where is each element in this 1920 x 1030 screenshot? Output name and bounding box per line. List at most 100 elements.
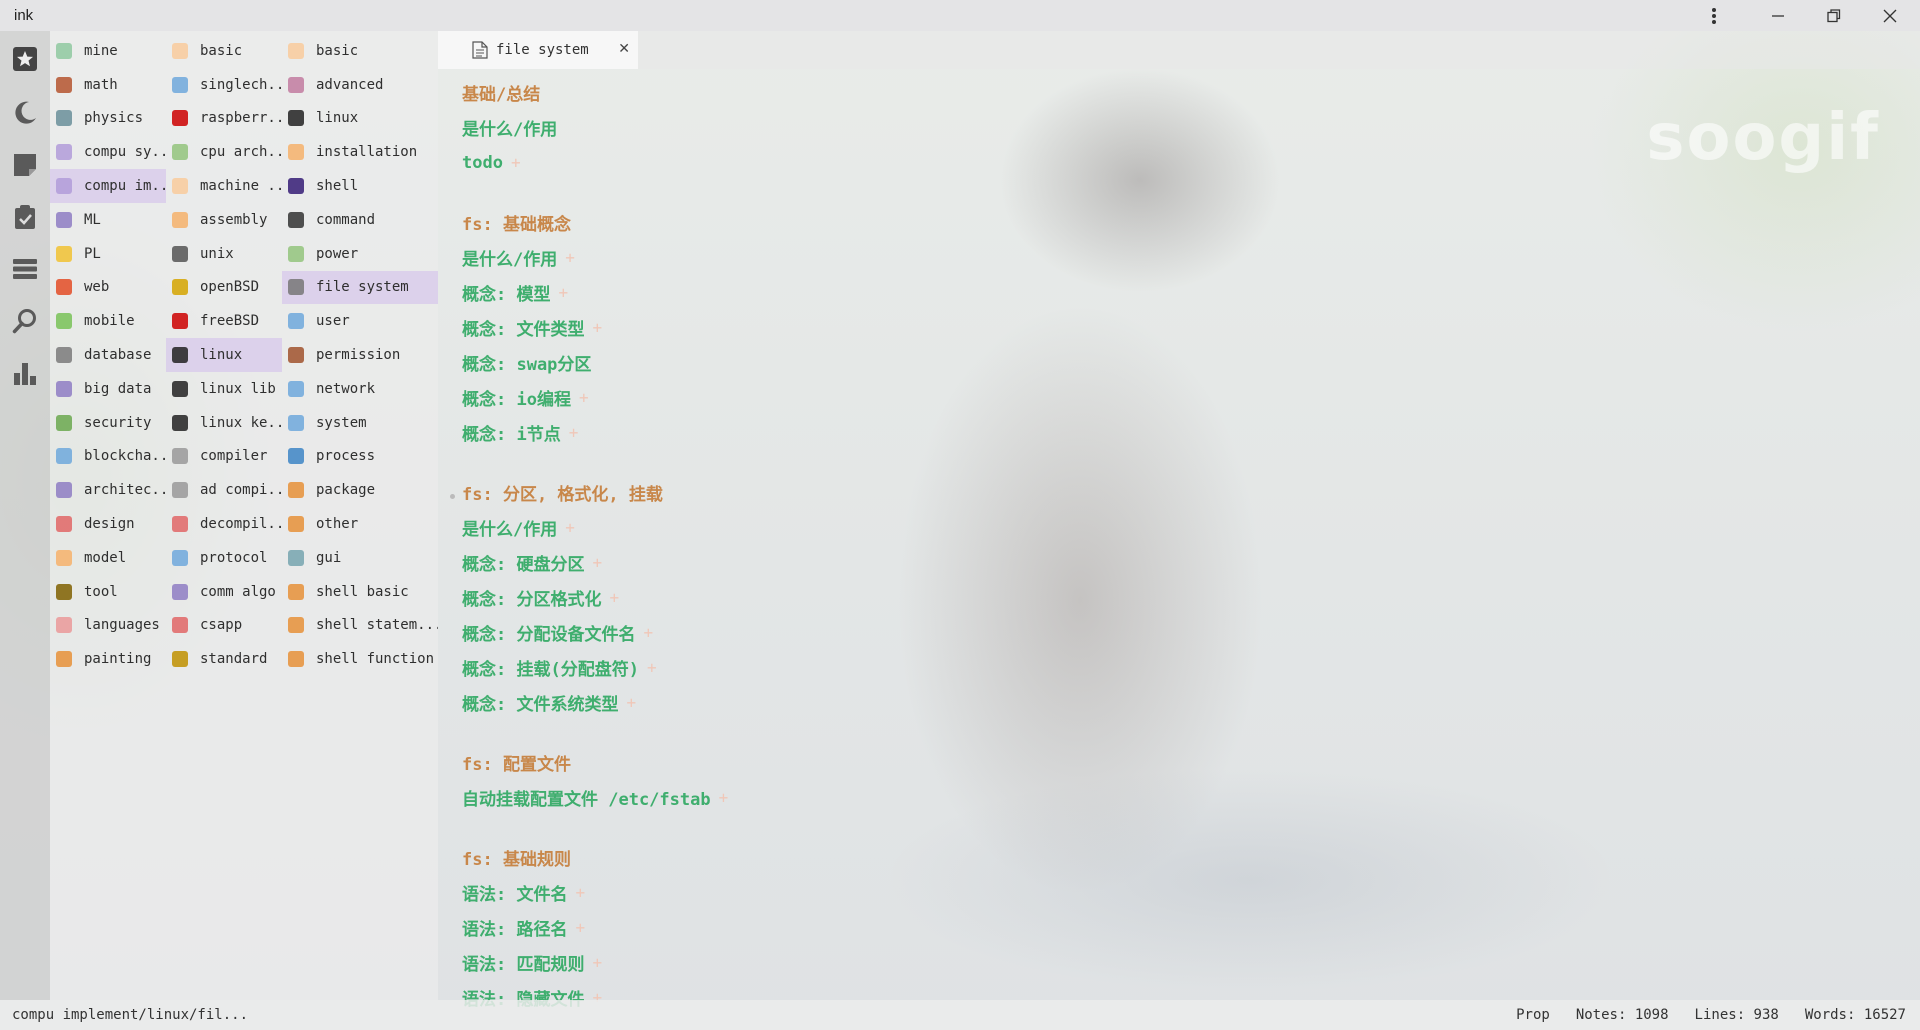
outline-item[interactable]: 概念: swap分区 (462, 345, 728, 380)
tree-item[interactable]: openBSD (166, 271, 282, 305)
tree-item[interactable]: physics (50, 102, 166, 136)
tree-item[interactable]: permission (282, 338, 438, 372)
tree-item[interactable]: user (282, 304, 438, 338)
tree-item[interactable]: database (50, 338, 166, 372)
tree-item[interactable]: shell basic (282, 575, 438, 609)
add-plus-icon[interactable]: + (565, 248, 575, 267)
tree-item[interactable]: security (50, 406, 166, 440)
tree-item[interactable]: architec... (50, 473, 166, 507)
tree-item[interactable]: installation (282, 135, 438, 169)
tree-item[interactable]: freeBSD (166, 304, 282, 338)
outline-item[interactable]: 概念: 分区格式化 + (462, 580, 728, 615)
tree-item[interactable]: singlech... (166, 68, 282, 102)
tree-item[interactable]: tool (50, 575, 166, 609)
clipboard-icon[interactable] (11, 203, 39, 231)
outline-item[interactable]: 自动挂载配置文件 /etc/fstab + (462, 780, 728, 815)
tree-item[interactable]: assembly (166, 203, 282, 237)
tree-item[interactable]: math (50, 68, 166, 102)
tree-item[interactable]: model (50, 541, 166, 575)
fold-marker[interactable] (450, 494, 455, 499)
outline-heading[interactable]: fs: 基础规则 (462, 840, 728, 875)
add-plus-icon[interactable]: + (575, 918, 585, 937)
restore-icon[interactable] (1806, 0, 1862, 31)
tree-item[interactable]: ad compi... (166, 473, 282, 507)
tree-item[interactable]: csapp (166, 609, 282, 643)
outline-item[interactable]: 概念: 分配设备文件名 + (462, 615, 728, 650)
search-icon[interactable] (11, 307, 39, 335)
tree-item[interactable]: comm algo (166, 575, 282, 609)
outline-item[interactable]: 概念: 硬盘分区 + (462, 545, 728, 580)
outline-item[interactable]: 语法: 路径名 + (462, 910, 728, 945)
outline-heading[interactable]: fs: 基础概念 (462, 205, 728, 240)
outline-heading[interactable]: fs: 配置文件 (462, 745, 728, 780)
tree-item[interactable]: blockcha... (50, 440, 166, 474)
tree-item[interactable]: PL (50, 237, 166, 271)
tree-item[interactable]: protocol (166, 541, 282, 575)
chart-icon[interactable] (11, 359, 39, 387)
tree-item[interactable]: languages (50, 609, 166, 643)
tree-item[interactable]: shell (282, 169, 438, 203)
add-plus-icon[interactable]: + (558, 283, 568, 302)
tree-item[interactable]: basic (282, 34, 438, 68)
tree-item[interactable]: linux lib (166, 372, 282, 406)
outline-item[interactable]: 概念: 挂载(分配盘符) + (462, 650, 728, 685)
tree-item[interactable]: web (50, 271, 166, 305)
tree-item[interactable]: standard (166, 642, 282, 676)
add-plus-icon[interactable]: + (579, 388, 589, 407)
add-plus-icon[interactable]: + (609, 588, 619, 607)
add-plus-icon[interactable]: + (647, 658, 657, 677)
star-icon[interactable] (11, 45, 39, 73)
tree-item[interactable]: gui (282, 541, 438, 575)
tree-item[interactable]: compu im... (50, 169, 166, 203)
tree-item[interactable]: linux (282, 102, 438, 136)
add-plus-icon[interactable]: + (626, 693, 636, 712)
tree-item[interactable]: mobile (50, 304, 166, 338)
stack-icon[interactable] (11, 255, 39, 283)
add-plus-icon[interactable]: + (592, 318, 602, 337)
tree-item[interactable]: command (282, 203, 438, 237)
tree-item[interactable]: shell statem... (282, 609, 438, 643)
tree-item[interactable]: shell function (282, 642, 438, 676)
tree-item[interactable]: power (282, 237, 438, 271)
add-plus-icon[interactable]: + (719, 788, 729, 807)
outline-heading[interactable]: 基础/总结 (462, 75, 728, 110)
outline-item[interactable]: 概念: 文件类型 + (462, 310, 728, 345)
tree-item[interactable]: raspberr... (166, 102, 282, 136)
add-plus-icon[interactable]: + (565, 518, 575, 537)
outline-item[interactable]: 是什么/作用 (462, 110, 728, 145)
tree-item[interactable]: decompil... (166, 507, 282, 541)
tree-item[interactable]: other (282, 507, 438, 541)
tree-item[interactable]: package (282, 473, 438, 507)
tree-item[interactable]: file system (282, 270, 438, 305)
outline-item[interactable]: 概念: i节点 + (462, 415, 728, 450)
status-mode[interactable]: Prop (1516, 1007, 1550, 1023)
tree-item[interactable]: unix (166, 237, 282, 271)
moon-icon[interactable] (11, 99, 39, 127)
tree-item[interactable]: network (282, 372, 438, 406)
outline-item[interactable]: 语法: 匹配规则 + (462, 945, 728, 980)
add-plus-icon[interactable]: + (575, 883, 585, 902)
outline-item[interactable]: 是什么/作用 + (462, 510, 728, 545)
tree-item[interactable]: mine (50, 34, 166, 68)
tree-item[interactable]: system (282, 406, 438, 440)
tree-item[interactable]: basic (166, 34, 282, 68)
outline-item[interactable]: 语法: 文件名 + (462, 875, 728, 910)
outline-item[interactable]: 概念: 文件系统类型 + (462, 685, 728, 720)
tree-item[interactable]: design (50, 507, 166, 541)
outline-item[interactable]: 概念: 模型 + (462, 275, 728, 310)
tree-item[interactable]: process (282, 440, 438, 474)
tree-item[interactable]: ML (50, 203, 166, 237)
close-window-icon[interactable] (1862, 0, 1918, 31)
note-icon[interactable] (11, 151, 39, 179)
tree-item[interactable]: compiler (166, 440, 282, 474)
outline-heading[interactable]: fs: 分区, 格式化, 挂载 (462, 475, 728, 510)
add-plus-icon[interactable]: + (592, 553, 602, 572)
add-plus-icon[interactable]: + (592, 953, 602, 972)
tree-item[interactable]: compu sy... (50, 135, 166, 169)
more-vert-icon[interactable] (1686, 0, 1742, 31)
outline-item[interactable]: 是什么/作用 + (462, 240, 728, 275)
tree-item[interactable]: linux (166, 338, 282, 372)
tree-item[interactable]: painting (50, 642, 166, 676)
outline-item[interactable]: 概念: io编程 + (462, 380, 728, 415)
tree-item[interactable]: linux ke... (166, 406, 282, 440)
